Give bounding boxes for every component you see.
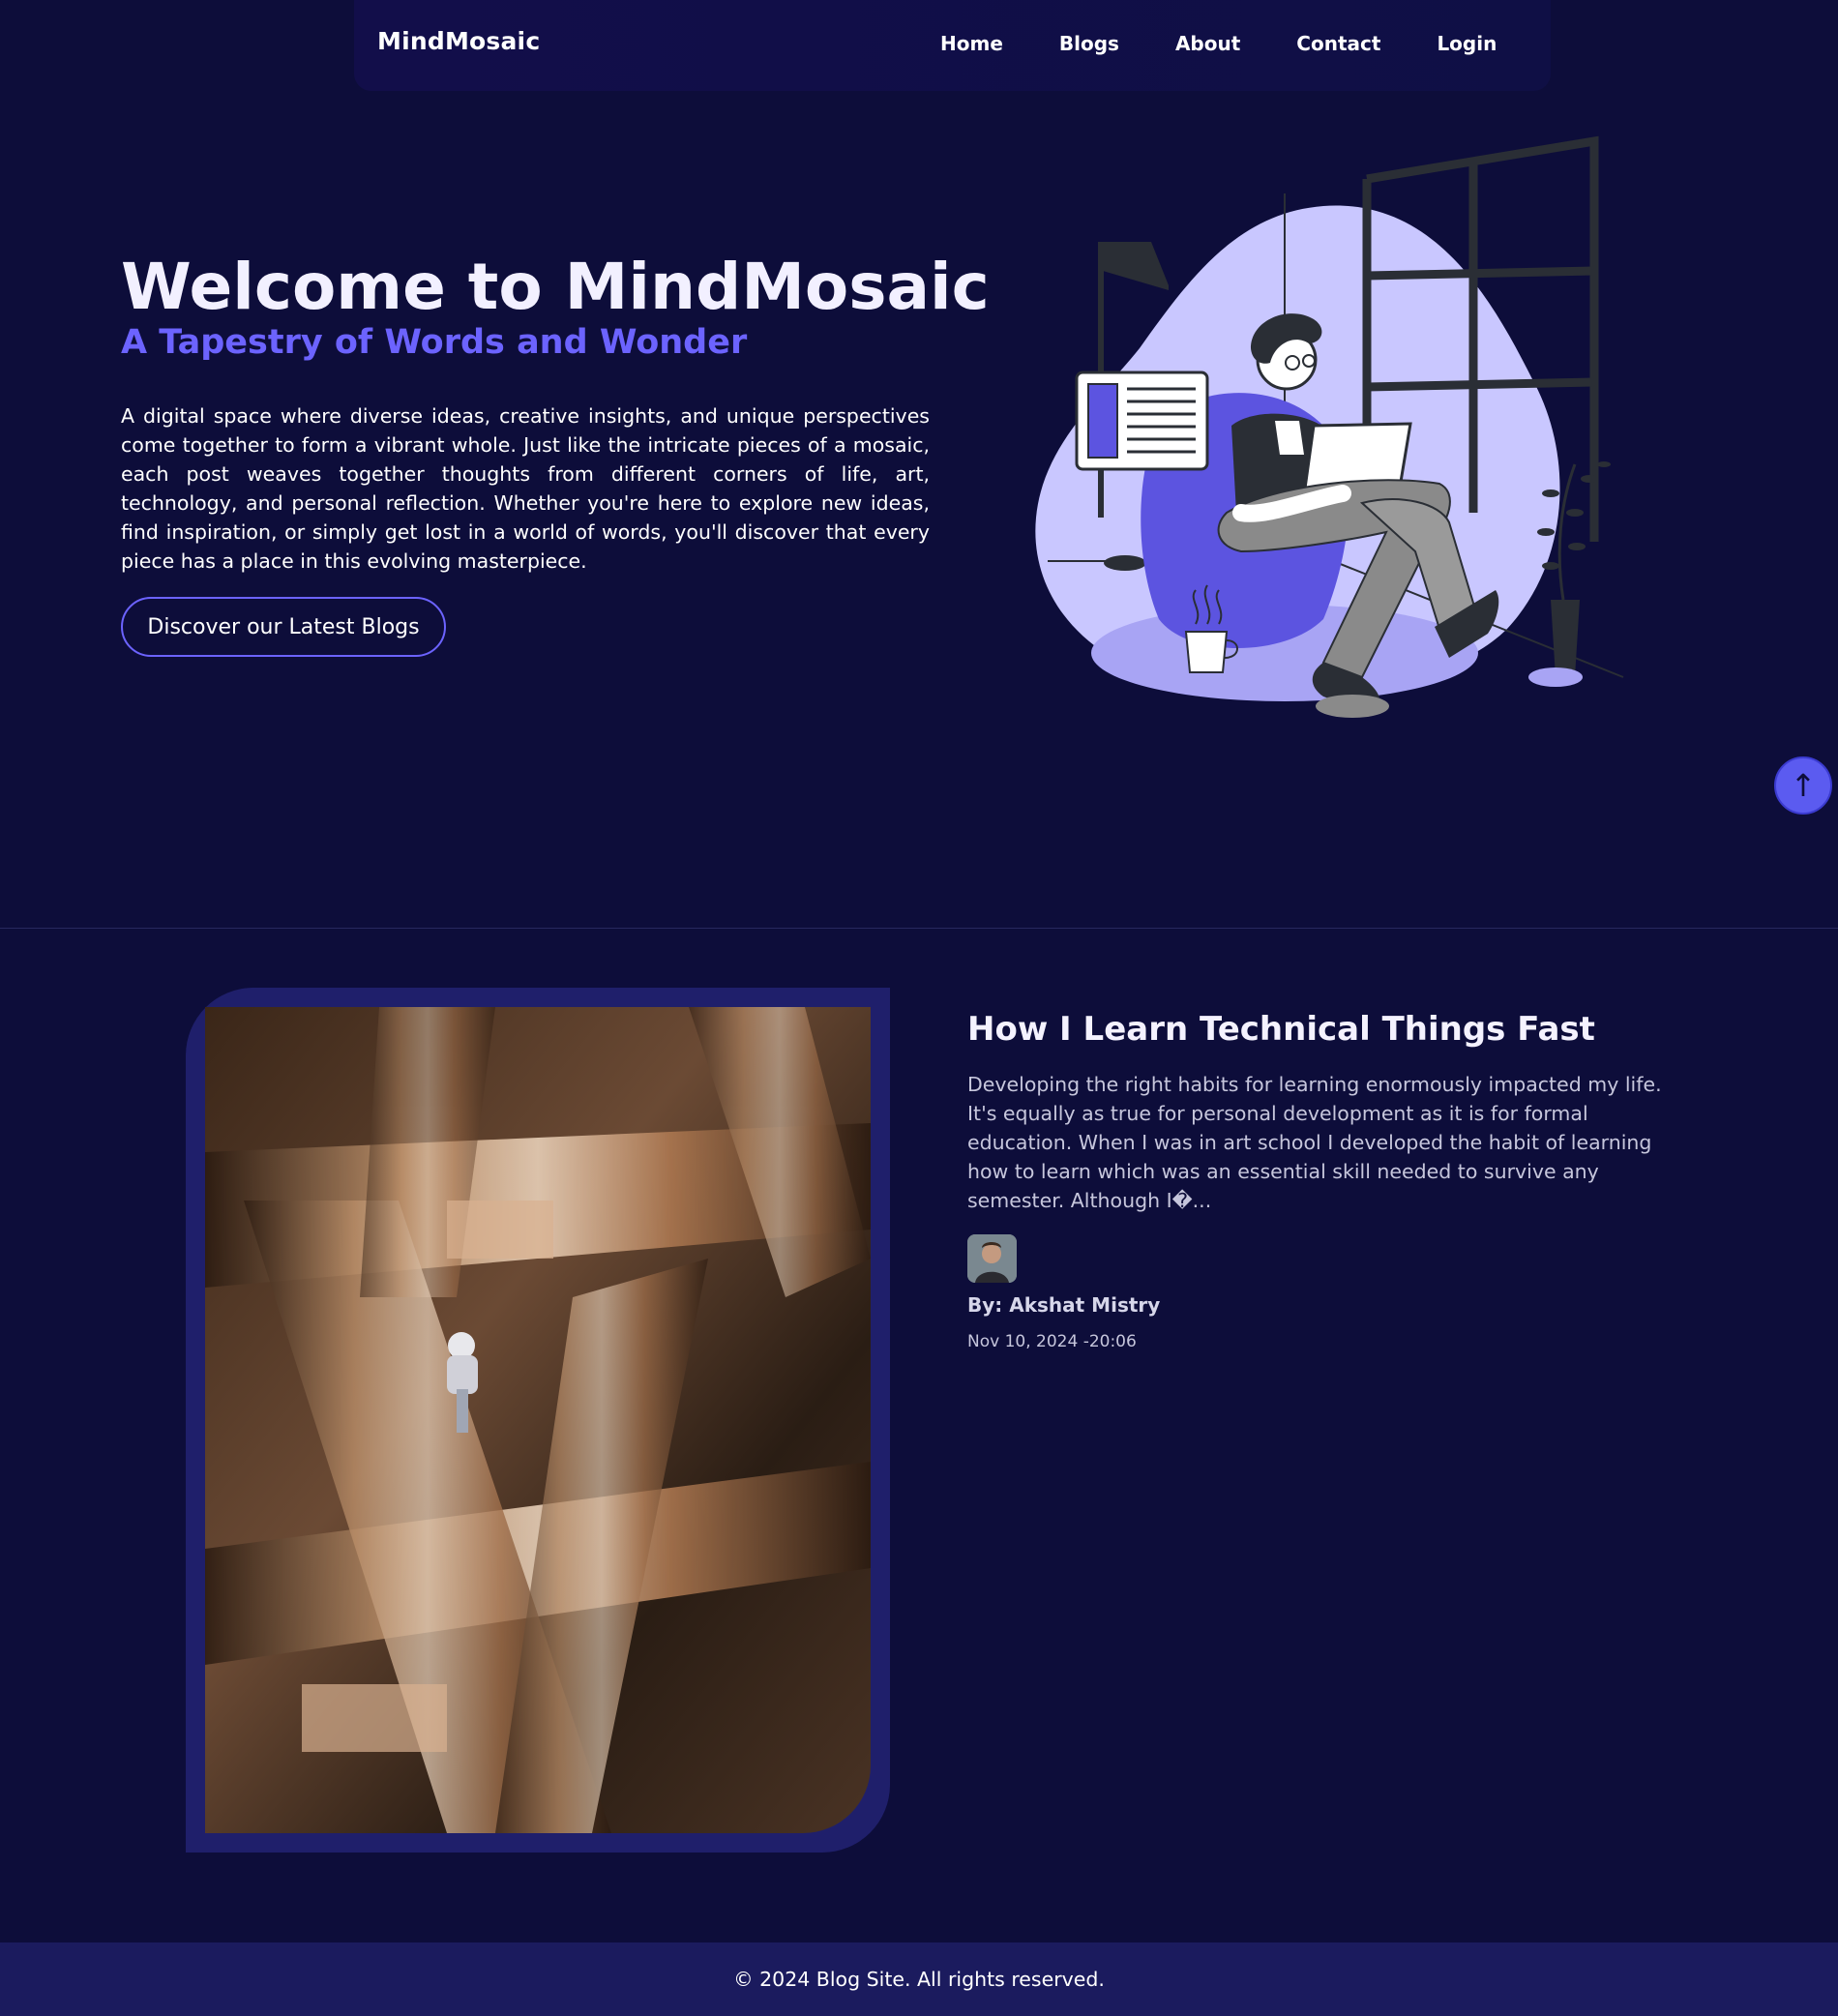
- nav-link-blogs[interactable]: Blogs: [1059, 32, 1119, 55]
- post-title[interactable]: How I Learn Technical Things Fast: [967, 1010, 1595, 1049]
- nav-links: Home Blogs About Contact Login: [940, 32, 1497, 55]
- post-date: Nov 10, 2024 -20:06: [967, 1332, 1137, 1351]
- nav-link-contact[interactable]: Contact: [1296, 32, 1380, 55]
- arrow-up-icon: ↑: [1790, 767, 1817, 804]
- scroll-to-top-button[interactable]: ↑: [1774, 756, 1832, 815]
- footer: © 2024 Blog Site. All rights reserved.: [0, 1942, 1838, 2016]
- discover-blogs-button[interactable]: Discover our Latest Blogs: [121, 597, 446, 657]
- post-excerpt: Developing the right habits for learning…: [967, 1073, 1662, 1212]
- footer-copyright: © 2024 Blog Site. All rights reserved.: [733, 1968, 1105, 1991]
- nav-link-home[interactable]: Home: [940, 32, 1003, 55]
- hero-description: A digital space where diverse ideas, cre…: [121, 404, 930, 573]
- navbar: MindMosaic Home Blogs About Contact Logi…: [354, 0, 1551, 91]
- hero-subtitle: A Tapestry of Words and Wonder: [121, 323, 748, 362]
- post-image-frame: [186, 988, 890, 1853]
- section-divider: [0, 928, 1838, 929]
- hero-title: Welcome to MindMosaic: [121, 250, 990, 324]
- person-reading-laptop-illustration: [1033, 135, 1633, 740]
- astronaut-library-image[interactable]: [205, 1007, 871, 1833]
- author-name: By: Akshat Mistry: [967, 1293, 1161, 1317]
- nav-link-login[interactable]: Login: [1437, 32, 1497, 55]
- author-avatar: [967, 1234, 1017, 1283]
- page: MindMosaic Home Blogs About Contact Logi…: [0, 0, 1838, 2016]
- brand-logo[interactable]: MindMosaic: [377, 27, 540, 55]
- nav-link-about[interactable]: About: [1175, 32, 1240, 55]
